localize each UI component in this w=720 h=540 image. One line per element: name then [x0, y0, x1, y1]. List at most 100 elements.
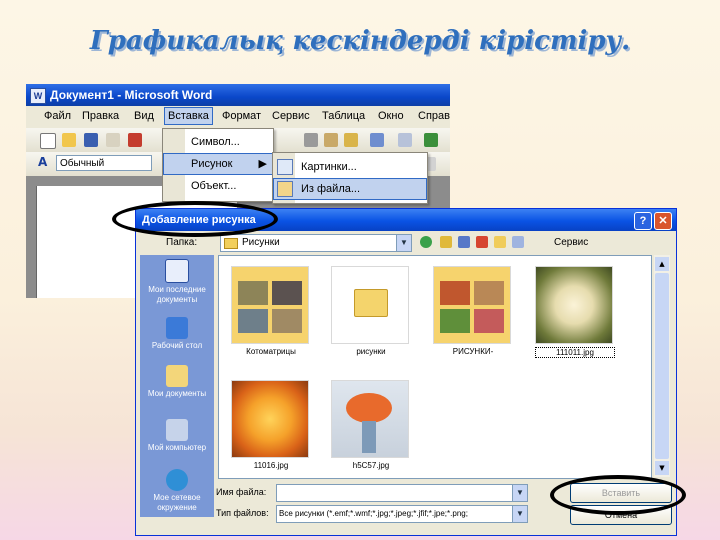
menu-bar: Файл Правка Вид Вставка Формат Сервис Та…: [26, 106, 450, 128]
folder-thumbnail: [433, 266, 511, 344]
highlight-ellipse-title: [112, 201, 278, 237]
save-icon[interactable]: [84, 133, 98, 147]
image-thumbnail: [535, 266, 613, 344]
place-my-computer[interactable]: Мой компьютер: [140, 419, 214, 453]
file-type-select[interactable]: Все рисунки (*.emf;*.wmf;*.jpg;*.jpeg;*.…: [276, 505, 528, 523]
styles-icon[interactable]: A: [38, 155, 52, 169]
style-select[interactable]: Обычный: [56, 155, 152, 171]
file-item[interactable]: h5C57.jpg: [331, 380, 411, 470]
delete-icon[interactable]: [476, 236, 488, 248]
network-icon: [166, 469, 188, 491]
file-list-scrollbar[interactable]: ▲ ▼: [654, 255, 670, 477]
file-item[interactable]: 111011.jpg: [535, 266, 615, 358]
place-my-computer-label: Мой компьютер: [147, 443, 207, 452]
menu-item-symbol-label: Символ...: [191, 136, 240, 148]
place-network[interactable]: Мое сетевое окружение: [140, 469, 214, 513]
back-icon[interactable]: [420, 236, 432, 248]
menu-file[interactable]: Файл: [44, 110, 71, 122]
menu-item-clipart[interactable]: Картинки...: [273, 156, 427, 178]
up-folder-icon[interactable]: [440, 236, 452, 248]
file-name-input[interactable]: ▼: [276, 484, 528, 502]
my-computer-icon: [166, 419, 188, 441]
tools-menu[interactable]: Сервис: [554, 237, 588, 248]
look-in-label: Папка:: [166, 237, 198, 248]
word-title-text: Документ1 - Microsoft Word: [50, 88, 213, 102]
file-name: Котоматрицы: [246, 347, 296, 356]
slide-title: Графикалық кескіндерді кірістіру.: [89, 26, 631, 56]
place-my-documents-label: Мои документы: [147, 389, 207, 398]
insert-menu: Символ... Рисунок ▶ Объект...: [162, 128, 274, 202]
menu-format[interactable]: Формат: [222, 110, 261, 122]
place-recent[interactable]: Мои последние документы: [140, 259, 214, 305]
menu-item-object-label: Объект...: [191, 180, 237, 192]
place-recent-label: Мои последние документы: [148, 285, 206, 304]
menu-insert[interactable]: Вставка: [164, 107, 213, 125]
file-name: РИСУНКИ-: [452, 347, 494, 356]
word-title-bar: W Документ1 - Microsoft Word: [26, 84, 450, 106]
look-in-select[interactable]: Рисунки ▼: [220, 234, 412, 252]
new-doc-icon[interactable]: [40, 133, 56, 149]
new-folder-icon[interactable]: [494, 236, 506, 248]
menu-tools[interactable]: Сервис: [272, 110, 310, 122]
menu-help[interactable]: Справк: [418, 110, 450, 122]
open-folder-icon[interactable]: [62, 133, 76, 147]
word-app-icon: W: [30, 88, 46, 104]
help-icon[interactable]: ?: [634, 212, 652, 230]
file-item[interactable]: 11016.jpg: [231, 380, 311, 470]
redo-icon[interactable]: [398, 133, 412, 147]
file-name-label: Имя файла:: [216, 487, 267, 497]
folder-thumbnail: [331, 266, 409, 344]
scroll-down-icon[interactable]: ▼: [655, 461, 669, 475]
chevron-down-icon[interactable]: ▼: [512, 485, 527, 501]
scroll-thumb[interactable]: [655, 273, 669, 459]
menu-item-picture[interactable]: Рисунок ▶: [163, 153, 273, 175]
paste-icon[interactable]: [324, 133, 338, 147]
file-name: 111011.jpg: [535, 347, 615, 358]
clipart-icon: [277, 159, 293, 175]
permission-icon[interactable]: [106, 133, 120, 147]
file-name: рисунки: [356, 347, 386, 356]
file-type-label: Тип файлов:: [216, 508, 269, 518]
menu-window[interactable]: Окно: [378, 110, 404, 122]
search-web-icon[interactable]: [458, 236, 470, 248]
menu-item-picture-label: Рисунок: [191, 158, 233, 170]
place-desktop[interactable]: Рабочий стол: [140, 317, 214, 351]
recent-documents-icon: [165, 259, 189, 283]
menu-edit[interactable]: Правка: [82, 110, 119, 122]
undo-icon[interactable]: [370, 133, 384, 147]
menu-item-from-file[interactable]: Из файла...: [273, 178, 427, 200]
place-network-label: Мое сетевое окружение: [153, 493, 201, 512]
hyperlink-icon[interactable]: [424, 133, 438, 147]
menu-item-from-file-label: Из файла...: [301, 183, 361, 195]
file-item[interactable]: Котоматрицы: [231, 266, 311, 356]
file-list: Котоматрицы рисунки РИСУНКИ- 111011.jpg …: [218, 255, 652, 479]
look-in-value: Рисунки: [242, 237, 280, 248]
chevron-down-icon[interactable]: ▼: [512, 506, 527, 522]
place-desktop-label: Рабочий стол: [151, 341, 203, 350]
style-value: Обычный: [60, 158, 105, 169]
menu-view[interactable]: Вид: [134, 110, 154, 122]
picture-submenu: Картинки... Из файла...: [272, 152, 428, 204]
my-documents-icon: [166, 365, 188, 387]
image-thumbnail: [331, 380, 409, 458]
scroll-up-icon[interactable]: ▲: [655, 257, 669, 271]
menu-item-object[interactable]: Объект...: [163, 175, 273, 197]
desktop-icon: [166, 317, 188, 339]
format-painter-icon[interactable]: [344, 133, 358, 147]
file-name: 11016.jpg: [253, 461, 289, 470]
views-icon[interactable]: [512, 236, 524, 248]
file-item[interactable]: рисунки: [331, 266, 411, 356]
menu-table[interactable]: Таблица: [322, 110, 365, 122]
cut-icon[interactable]: [304, 133, 318, 147]
close-icon[interactable]: ✕: [654, 212, 672, 230]
places-bar: Мои последние документы Рабочий стол Мои…: [140, 255, 214, 517]
file-name: h5C57.jpg: [352, 461, 390, 470]
place-my-documents[interactable]: Мои документы: [140, 365, 214, 399]
chevron-down-icon[interactable]: ▼: [396, 235, 411, 251]
file-item[interactable]: РИСУНКИ-: [433, 266, 513, 356]
folder-icon: [224, 238, 238, 249]
folder-thumbnail: [231, 266, 309, 344]
print-icon[interactable]: [128, 133, 142, 147]
picture-file-icon: [277, 181, 293, 197]
menu-item-symbol[interactable]: Символ...: [163, 131, 273, 153]
